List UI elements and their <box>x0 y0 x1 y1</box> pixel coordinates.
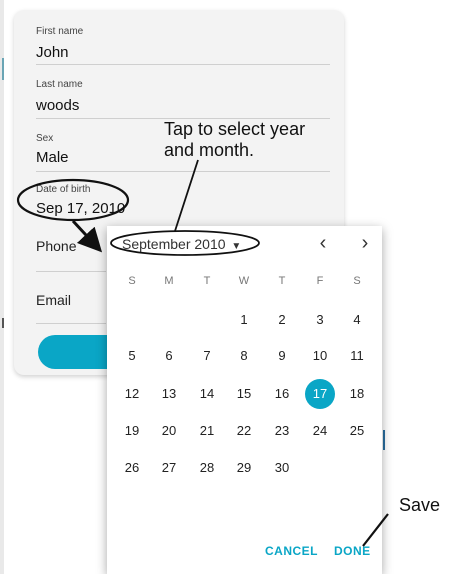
annotation-line <box>362 513 389 547</box>
annotation-arrow <box>71 219 103 253</box>
annotation-ellipse <box>16 178 130 222</box>
annotation-line <box>174 159 199 232</box>
annotation-ellipse <box>110 230 260 256</box>
annotation-overlay <box>16 159 389 547</box>
